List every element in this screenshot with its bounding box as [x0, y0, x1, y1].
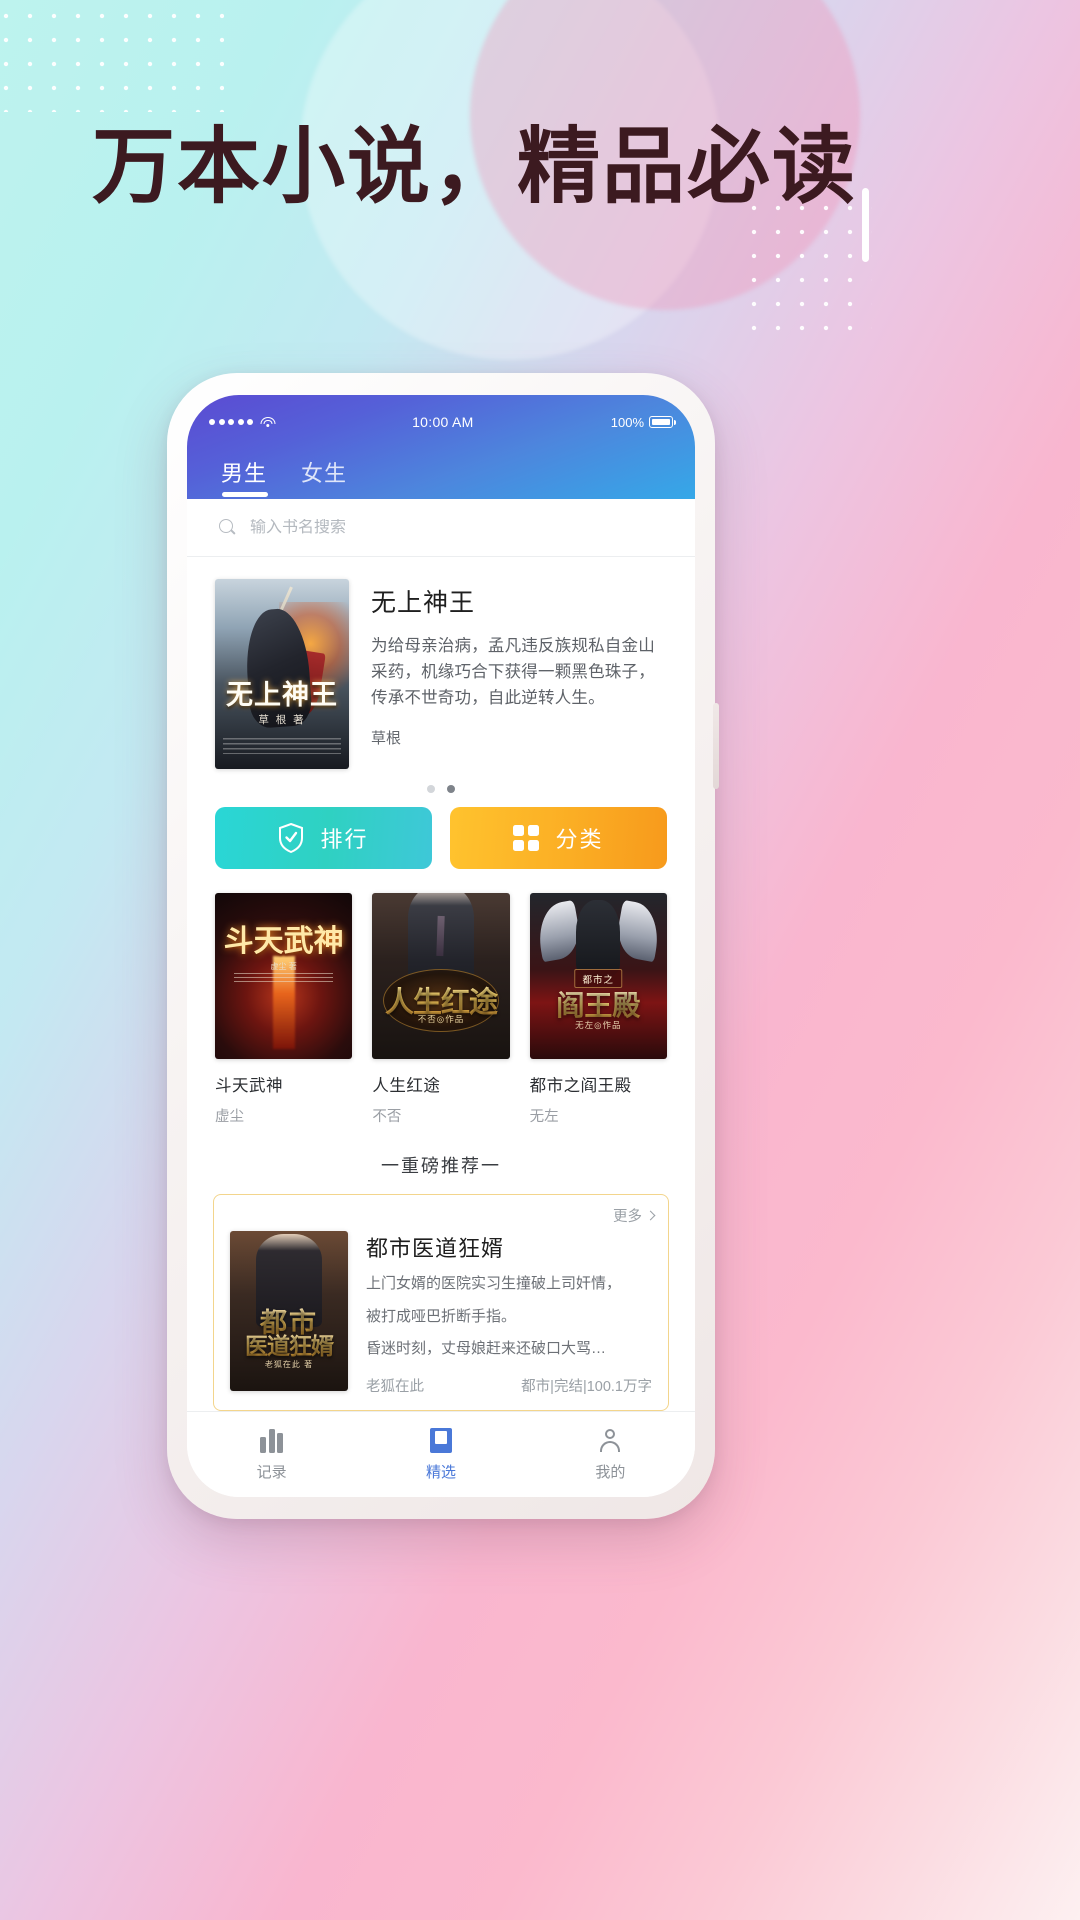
poster-headline: 万本小说，精品必读: [92, 121, 857, 213]
cover-subtitle: 老狐在此 著: [264, 1360, 314, 1369]
tab-female[interactable]: 女生: [301, 456, 347, 499]
phone-screen: 10:00 AM 100% 男生 女生 输入书名搜索 无上神王 草 根 著 无上…: [187, 395, 695, 1497]
book-cell[interactable]: 都市之 阎王殿 无左◎作品 都市之阎王殿 无左: [529, 893, 667, 1126]
carousel-dot-2[interactable]: [447, 785, 455, 793]
cover-subtitle: 虚尘 著: [270, 962, 297, 972]
grid-icon: [513, 825, 540, 851]
cover-footer-text: [223, 737, 341, 754]
nav-item-records[interactable]: 记录: [187, 1412, 356, 1497]
app-content: 无上神王 草 根 著 无上神王 为给母亲治病，孟凡违反族规私自金山采药，机缘巧合…: [187, 499, 695, 1411]
status-time: 10:00 AM: [412, 414, 474, 430]
recommend-book-author: 老狐在此: [366, 1378, 424, 1395]
book-grid: 斗天武神 虚尘 著 斗天武神 虚尘 人生红途 不否◎作品 人生红途 不否 都市之…: [187, 869, 695, 1126]
status-right: 100%: [610, 414, 677, 430]
cover-subtitle: 不否◎作品: [417, 1013, 465, 1024]
nav-item-profile[interactable]: 我的: [526, 1412, 695, 1497]
featured-book-description: 为给母亲治病，孟凡违反族规私自金山采药，机缘巧合下获得一颗黑色珠子，传承不世奇功…: [371, 637, 655, 708]
search-input[interactable]: [250, 518, 663, 537]
book-cover[interactable]: 人生红途 不否◎作品: [372, 893, 510, 1059]
category-button[interactable]: 分类: [450, 807, 667, 869]
featured-book-info: 无上神王 为给母亲治病，孟凡违反族规私自金山采药，机缘巧合下获得一颗黑色珠子，传…: [371, 579, 667, 769]
cover-decor-lines: [234, 972, 334, 985]
recommend-book-title: 都市医道狂婿: [366, 1236, 505, 1261]
recommend-row: 都市 医道狂婿 老狐在此 著 都市医道狂婿 上门女婿的医院实习生撞破上司奸情， …: [230, 1207, 652, 1396]
cover-tie: [436, 916, 445, 957]
book-author: 不否: [372, 1109, 402, 1125]
user-icon: [598, 1428, 622, 1453]
search-bar[interactable]: [187, 499, 695, 557]
bottom-navigation: 记录 精选 我的: [187, 1411, 695, 1497]
carousel-dot-1[interactable]: [427, 785, 435, 793]
tab-male[interactable]: 男生: [221, 456, 269, 499]
app-header: 10:00 AM 100% 男生 女生: [187, 395, 695, 499]
quick-actions: 排行 分类: [187, 797, 695, 869]
book-cell[interactable]: 斗天武神 虚尘 著 斗天武神 虚尘: [215, 893, 353, 1126]
search-icon: [219, 519, 236, 536]
accent-bar: [862, 188, 869, 262]
recommend-footer: 老狐在此 都市|完结|100.1万字: [366, 1375, 652, 1396]
more-link[interactable]: 更多: [613, 1205, 656, 1226]
cover-title: 无上神王: [226, 680, 338, 710]
carousel-indicator[interactable]: [187, 771, 695, 797]
recommend-book-info: 都市医道狂婿 上门女婿的医院实习生撞破上司奸情， 被打成哑巴折断手指。 昏迷时刻…: [366, 1231, 652, 1396]
recommend-desc-line-3: 昏迷时刻，丈母娘赶来还破口大骂…: [366, 1340, 607, 1357]
signal-dots-icon: [209, 419, 253, 425]
cover-title-line2: 医道狂婿: [230, 1327, 348, 1361]
book-cell[interactable]: 人生红途 不否◎作品 人生红途 不否: [372, 893, 510, 1126]
ranking-button[interactable]: 排行: [215, 807, 432, 869]
recommend-book-cover[interactable]: 都市 医道狂婿 老狐在此 著: [230, 1231, 348, 1391]
dot-pattern-right: [742, 196, 872, 344]
nav-item-label: 我的: [595, 1463, 626, 1481]
recommend-desc-line-2: 被打成哑巴折断手指。: [366, 1307, 517, 1325]
gender-tabs: 男生 女生: [187, 435, 695, 499]
dot-pattern-top-left: [0, 4, 224, 112]
featured-book[interactable]: 无上神王 草 根 著 无上神王 为给母亲治病，孟凡违反族规私自金山采药，机缘巧合…: [187, 557, 695, 771]
status-bar: 10:00 AM 100%: [187, 409, 695, 435]
nav-item-label: 精选: [425, 1463, 456, 1481]
recommend-card[interactable]: 更多 都市 医道狂婿 老狐在此 著 都市医道狂婿 上门女婿的医院实习生撞破上司奸…: [213, 1194, 669, 1411]
nav-item-label: 记录: [256, 1464, 287, 1481]
featured-book-cover[interactable]: 无上神王 草 根 著: [215, 579, 349, 769]
recommend-book-meta: 都市|完结|100.1万字: [521, 1378, 652, 1395]
more-link-label: 更多: [613, 1209, 642, 1225]
battery-percent: 100%: [610, 414, 644, 430]
section-title: 一重磅推荐一: [381, 1156, 501, 1176]
records-icon: [259, 1427, 285, 1453]
book-cover[interactable]: 斗天武神 虚尘 著: [215, 893, 353, 1059]
cover-title: 斗天武神: [223, 925, 344, 959]
cover-figure: [576, 899, 621, 976]
status-left: [209, 416, 275, 428]
cover-author: 草 根 著: [258, 714, 306, 727]
book-name: 斗天武神: [215, 1077, 283, 1095]
book-icon: [429, 1427, 452, 1453]
wifi-icon: [260, 416, 275, 428]
phone-mockup: 10:00 AM 100% 男生 女生 输入书名搜索 无上神王 草 根 著 无上…: [167, 373, 719, 1519]
book-name: 都市之阎王殿: [529, 1077, 632, 1095]
category-button-label: 分类: [555, 827, 604, 852]
book-cover[interactable]: 都市之 阎王殿 无左◎作品: [529, 893, 667, 1059]
cover-wing-right: [612, 899, 664, 963]
chevron-right-icon: [645, 1210, 656, 1221]
nav-item-featured[interactable]: 精选: [356, 1412, 525, 1497]
ranking-button-label: 排行: [320, 827, 369, 852]
book-author: 虚尘: [215, 1109, 244, 1125]
book-name: 人生红途: [372, 1077, 441, 1095]
recommend-desc-line-1: 上门女婿的医院实习生撞破上司奸情，: [366, 1275, 622, 1292]
featured-book-title: 无上神王: [371, 589, 476, 617]
battery-icon: [649, 416, 677, 428]
book-author: 无左: [529, 1109, 559, 1125]
cover-subtitle: 无左◎作品: [575, 1020, 622, 1031]
shield-icon: [278, 823, 304, 853]
poster-background: 万本小说，精品必读 10:00 AM 100% 男生 女生 输入书名搜索 无上神…: [0, 0, 1080, 1920]
featured-book-author: 草根: [371, 730, 402, 748]
